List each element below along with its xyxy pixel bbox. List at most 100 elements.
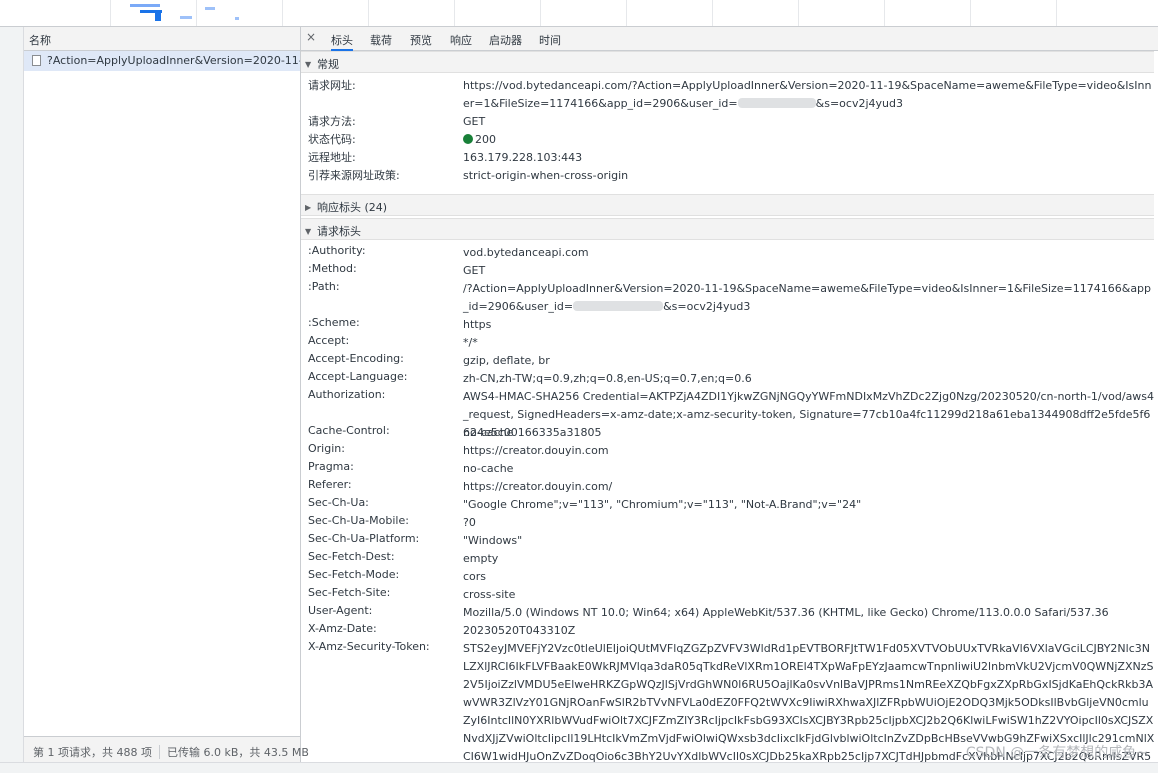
header-name: Sec-Ch-Ua-Platform: [308, 532, 420, 545]
header-row-accept-encoding: Accept-Encoding: gzip, deflate, br [308, 352, 1154, 370]
status-divider [158, 745, 160, 759]
header-value: vod.bytedanceapi.com [463, 246, 589, 259]
header-value: cross-site [463, 588, 516, 601]
redacted-user-id [737, 98, 816, 108]
tab-payload[interactable]: 载荷 [370, 32, 392, 48]
header-row-origin: Origin: https://creator.douyin.com [308, 442, 1154, 460]
header-value: no-cache [463, 426, 514, 439]
header-value: no-cache [463, 462, 514, 475]
redacted-user-id [573, 301, 664, 311]
header-row-x-amz-date: X-Amz-Date: 20230520T043310Z [308, 622, 1154, 640]
timeline-bar [235, 17, 239, 20]
general-section-title: 常规 [317, 58, 339, 71]
header-name: Referer: [308, 478, 352, 491]
request-headers-section-header[interactable]: ▼ 请求标头 [301, 218, 1154, 240]
name-column-label: 名称 [29, 34, 51, 47]
timeline-gridline [540, 0, 541, 26]
header-row-authority: :Authority: vod.bytedanceapi.com [308, 244, 1154, 262]
header-row-pragma: Pragma: no-cache [308, 460, 1154, 478]
timeline-gridline [798, 0, 799, 26]
triangle-down-icon: ▼ [305, 60, 312, 69]
header-row-referer: Referer: https://creator.douyin.com/ [308, 478, 1154, 496]
request-url-row: 请求网址: https://vod.bytedanceapi.com/?Acti… [308, 77, 1154, 113]
timeline-gridline [282, 0, 283, 26]
request-row-selected[interactable]: ?Action=ApplyUploadInner&Version=2020-11… [24, 51, 300, 71]
header-value: GET [463, 264, 486, 277]
header-value: https://creator.douyin.com [463, 444, 609, 457]
tab-headers[interactable]: 标头 [331, 32, 353, 51]
status-code-value: 200 [463, 131, 1156, 149]
general-section-header[interactable]: ▼ 常规 [301, 51, 1154, 73]
timeline-gridline [368, 0, 369, 26]
header-value: gzip, deflate, br [463, 354, 550, 367]
request-method-row: 请求方法: GET [308, 113, 1154, 131]
remote-address-row: 远程地址: 163.179.228.103:443 [308, 149, 1154, 167]
request-method-label: 请求方法: [308, 115, 356, 128]
transfer-size-text: 已传输 6.0 kB，共 43.5 MB [166, 746, 309, 759]
watermark-text: CSDN @一条有梦想的咸鱼~ [965, 745, 1148, 761]
response-headers-section-header[interactable]: ▶ 响应标头 (24) [301, 194, 1154, 216]
header-row-sec-ch-ua-platform: Sec-Ch-Ua-Platform: "Windows" [308, 532, 1154, 550]
details-scrollbar[interactable] [1154, 51, 1158, 761]
request-url-value: https://vod.bytedanceapi.com/?Action=App… [463, 79, 1152, 110]
timeline-gridline [110, 0, 111, 26]
request-method-value: GET [463, 115, 486, 128]
header-name: Sec-Fetch-Site: [308, 586, 391, 599]
request-count-text: 第 1 项请求，共 488 项 [33, 746, 152, 759]
close-icon[interactable]: × [306, 30, 320, 46]
header-row-sec-fetch-site: Sec-Fetch-Site: cross-site [308, 586, 1154, 604]
timeline-gridline [1056, 0, 1057, 26]
header-row-cache-control: Cache-Control: no-cache [308, 424, 1154, 442]
header-name: :Method: [308, 262, 357, 275]
request-list-pane: 名称 ?Action=ApplyUploadInner&Version=2020… [0, 27, 309, 762]
header-name: Origin: [308, 442, 345, 455]
referrer-policy-value: strict-origin-when-cross-origin [463, 169, 629, 182]
tab-initiator[interactable]: 启动器 [489, 32, 522, 48]
referrer-policy-row: 引荐来源网址政策: strict-origin-when-cross-origi… [308, 167, 1154, 185]
timeline-gridline [196, 0, 197, 26]
header-name: X-Amz-Security-Token: [308, 640, 430, 653]
document-icon [32, 55, 41, 66]
header-name: Sec-Ch-Ua: [308, 496, 369, 509]
name-column-header[interactable]: 名称 [24, 27, 300, 51]
header-name: Accept-Encoding: [308, 352, 404, 365]
status-ok-icon [463, 134, 473, 144]
timeline-gridline [884, 0, 885, 26]
response-headers-title: 响应标头 (24) [317, 201, 388, 214]
tab-response[interactable]: 响应 [450, 32, 472, 48]
header-name: :Path: [308, 280, 340, 293]
header-value: empty [463, 552, 499, 565]
remote-address-label: 远程地址: [308, 151, 356, 164]
tab-preview[interactable]: 预览 [410, 32, 432, 48]
header-value: cors [463, 570, 487, 583]
details-tab-bar: × 标头 载荷 预览 响应 启动器 时间 [301, 27, 1158, 51]
triangle-right-icon: ▶ [305, 203, 312, 212]
network-status-bar: 第 1 项请求，共 488 项 已传输 6.0 kB，共 43.5 MB [24, 736, 309, 762]
status-code-label: 状态代码: [308, 133, 356, 146]
header-value: "Google Chrome";v="113", "Chromium";v="1… [463, 498, 862, 511]
header-name: Cache-Control: [308, 424, 390, 437]
timeline-gridline [626, 0, 627, 26]
header-value: "Windows" [463, 534, 523, 547]
header-name: Sec-Ch-Ua-Mobile: [308, 514, 409, 527]
tab-timing[interactable]: 时间 [539, 32, 561, 48]
header-name: User-Agent: [308, 604, 373, 617]
header-row-sec-fetch-mode: Sec-Fetch-Mode: cors [308, 568, 1154, 586]
header-value: https [463, 318, 492, 331]
request-details-pane: × 标头 载荷 预览 响应 启动器 时间 ▼ 常规 请求网址: https://v… [301, 27, 1158, 762]
timeline-gridline [970, 0, 971, 26]
header-row-accept: Accept: */* [308, 334, 1154, 352]
header-name: Accept-Language: [308, 370, 408, 383]
header-value: zh-CN,zh-TW;q=0.9,zh;q=0.8,en-US;q=0.7,e… [463, 372, 752, 385]
drawer-bottom-bar [0, 762, 1158, 773]
header-row-method: :Method: GET [308, 262, 1154, 280]
timeline-bar [205, 7, 215, 10]
header-row-accept-language: Accept-Language: zh-CN,zh-TW;q=0.9,zh;q=… [308, 370, 1154, 388]
timeline-bar [180, 16, 192, 19]
header-name: Sec-Fetch-Dest: [308, 550, 395, 563]
header-name: Accept: [308, 334, 350, 347]
header-row-user-agent: User-Agent: Mozilla/5.0 (Windows NT 10.0… [308, 604, 1154, 622]
header-value: /?Action=ApplyUploadInner&Version=2020-1… [463, 282, 1152, 313]
timeline-bar [155, 13, 161, 21]
network-timeline-overview[interactable] [0, 0, 1158, 27]
